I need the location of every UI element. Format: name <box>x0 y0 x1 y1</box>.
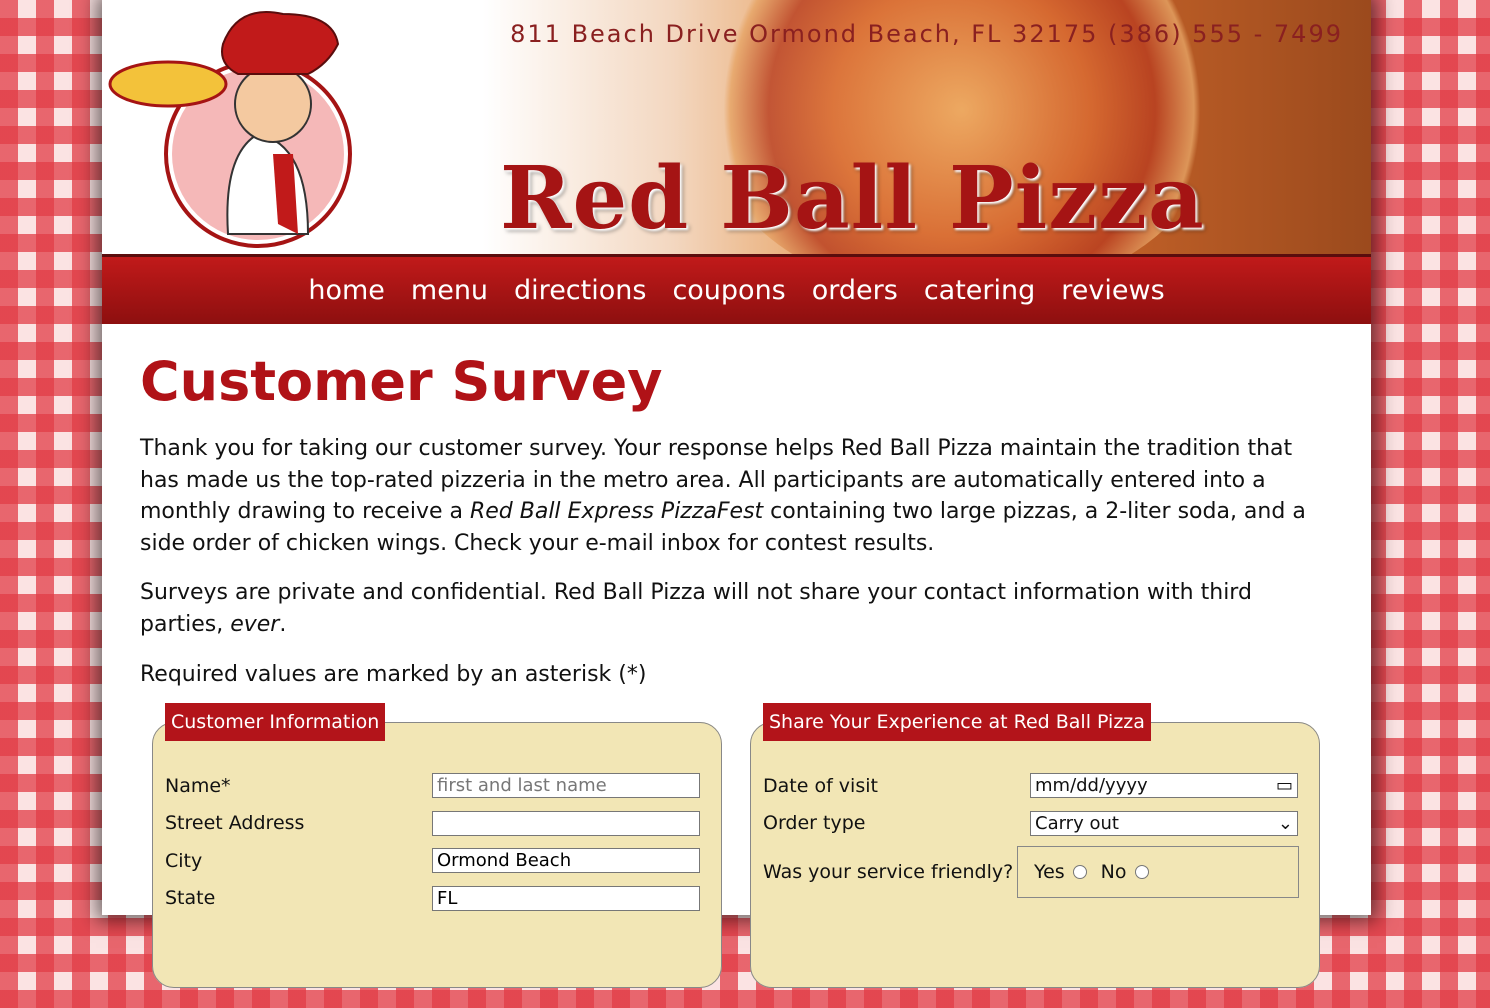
nav-menu[interactable]: menu <box>411 275 488 306</box>
nav-reviews[interactable]: reviews <box>1061 275 1164 306</box>
friendly-radio-group: Yes No <box>1017 846 1299 899</box>
name-label: Name* <box>165 774 231 797</box>
experience-legend: Share Your Experience at Red Ball Pizza <box>763 703 1151 742</box>
friendly-label: Was your service friendly? <box>763 860 1014 883</box>
nav-orders[interactable]: orders <box>812 275 898 306</box>
customer-info-fieldset: Customer Information Name* Street Addres… <box>152 703 722 989</box>
page-title: Customer Survey <box>140 350 663 413</box>
nav-home[interactable]: home <box>308 275 385 306</box>
order-type-value: Carry out <box>1035 812 1119 834</box>
chevron-down-icon: ⌄ <box>1277 812 1293 834</box>
experience-fieldset: Share Your Experience at Red Ball Pizza … <box>750 703 1320 989</box>
city-input[interactable] <box>432 848 700 874</box>
date-placeholder: mm/dd/yyyy <box>1035 775 1148 797</box>
order-type-label: Order type <box>763 812 866 835</box>
date-input[interactable]: mm/dd/yyyy ▭ <box>1030 773 1298 799</box>
customer-info-legend: Customer Information <box>165 703 386 742</box>
privacy-paragraph: Surveys are private and confidential. Re… <box>140 577 1333 640</box>
brand-name: Red Ball Pizza <box>500 148 1205 249</box>
order-type-select[interactable]: Carry out ⌄ <box>1030 810 1298 836</box>
state-input[interactable] <box>432 885 700 911</box>
no-label: No <box>1100 861 1127 884</box>
chef-logo <box>108 11 352 248</box>
yes-radio[interactable] <box>1072 865 1087 880</box>
privacy-end: . <box>279 611 287 637</box>
main-content: Customer Survey Thank you for taking our… <box>102 324 1371 1008</box>
city-label: City <box>165 849 203 872</box>
nav-coupons[interactable]: coupons <box>672 275 785 306</box>
street-input[interactable] <box>432 810 700 836</box>
no-radio[interactable] <box>1134 865 1149 880</box>
intro-paragraph: Thank you for taking our customer survey… <box>140 433 1333 559</box>
page: 811 Beach Drive Ormond Beach, FL 32175 (… <box>102 0 1371 989</box>
date-label: Date of visit <box>763 774 878 797</box>
privacy-emphasis: ever <box>230 611 280 637</box>
yes-label: Yes <box>1034 861 1065 884</box>
required-note: Required values are marked by an asteris… <box>140 661 647 687</box>
main-nav: home menu directions coupons orders cate… <box>102 257 1371 324</box>
prize-name: Red Ball Express PizzaFest <box>469 499 764 525</box>
nav-catering[interactable]: catering <box>924 275 1035 306</box>
street-label: Street Address <box>165 812 305 835</box>
calendar-icon[interactable]: ▭ <box>1276 775 1293 796</box>
name-input[interactable] <box>432 773 700 799</box>
nav-directions[interactable]: directions <box>514 275 646 306</box>
site-header: 811 Beach Drive Ormond Beach, FL 32175 (… <box>102 0 1371 257</box>
address-phone: 811 Beach Drive Ormond Beach, FL 32175 (… <box>510 20 1343 48</box>
privacy-text: Surveys are private and confidential. Re… <box>140 580 1252 637</box>
state-label: State <box>165 887 216 910</box>
